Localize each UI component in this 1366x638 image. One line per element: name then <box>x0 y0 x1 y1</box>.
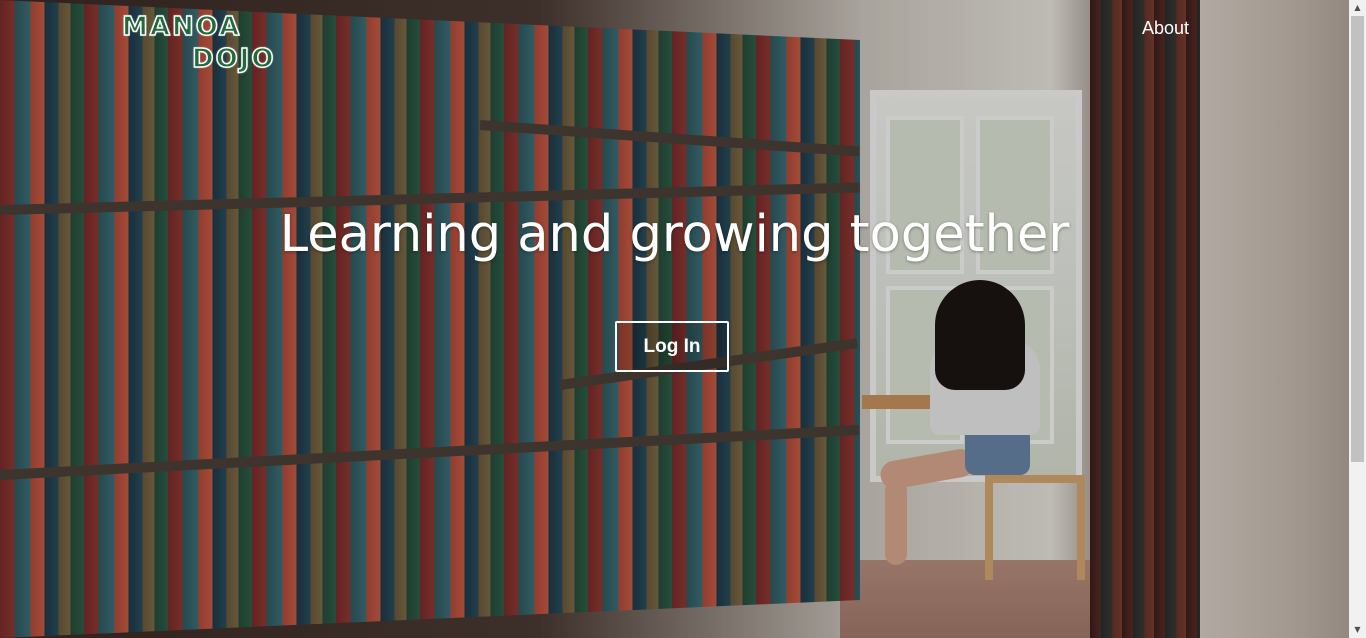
library-background-image <box>0 0 1349 638</box>
hero-title: Learning and growing together <box>279 205 1070 264</box>
nav-about-link[interactable]: About <box>1142 18 1189 39</box>
landing-page: MANOA DOJO About Learning and growing to… <box>0 0 1349 638</box>
scroll-down-arrow-icon[interactable]: ▼ <box>1349 622 1366 638</box>
login-button-label: Log In <box>643 335 701 357</box>
scroll-up-arrow-icon[interactable]: ▲ <box>1349 0 1366 16</box>
manoa-dojo-logo[interactable]: MANOA DOJO <box>121 11 276 78</box>
logo-text-line1: MANOA <box>121 11 242 43</box>
logo-text-line2: DOJO <box>191 43 276 75</box>
vertical-scrollbar[interactable]: ▲ ▼ <box>1349 0 1366 638</box>
scrollbar-thumb[interactable] <box>1351 16 1364 462</box>
login-button[interactable]: Log In <box>615 321 729 372</box>
